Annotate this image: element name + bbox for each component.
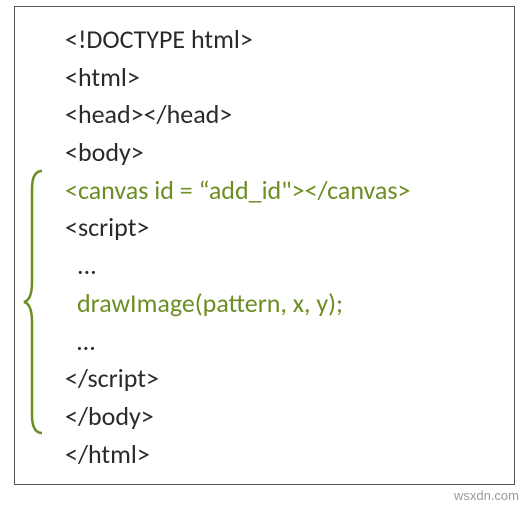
code-line: <head></head> bbox=[65, 96, 496, 134]
code-snippet-box: <!DOCTYPE html> <html> <head></head> <bo… bbox=[14, 6, 515, 485]
code-line-highlighted: <canvas id = “add_id"></canvas> bbox=[65, 172, 496, 210]
code-line: <script> bbox=[65, 209, 496, 247]
code-line: <html> bbox=[65, 59, 496, 97]
code-line: </script> bbox=[65, 360, 496, 398]
watermark: wsxdn.com bbox=[454, 488, 519, 503]
code-line: <!DOCTYPE html> bbox=[65, 21, 496, 59]
code-line: </html> bbox=[65, 436, 496, 474]
code-line-highlighted: drawImage(pattern, x, y); bbox=[65, 285, 496, 323]
code-line: … bbox=[65, 323, 496, 361]
code-line: </body> bbox=[65, 398, 496, 436]
code-line: <body> bbox=[65, 134, 496, 172]
code-line: ... bbox=[65, 247, 496, 285]
